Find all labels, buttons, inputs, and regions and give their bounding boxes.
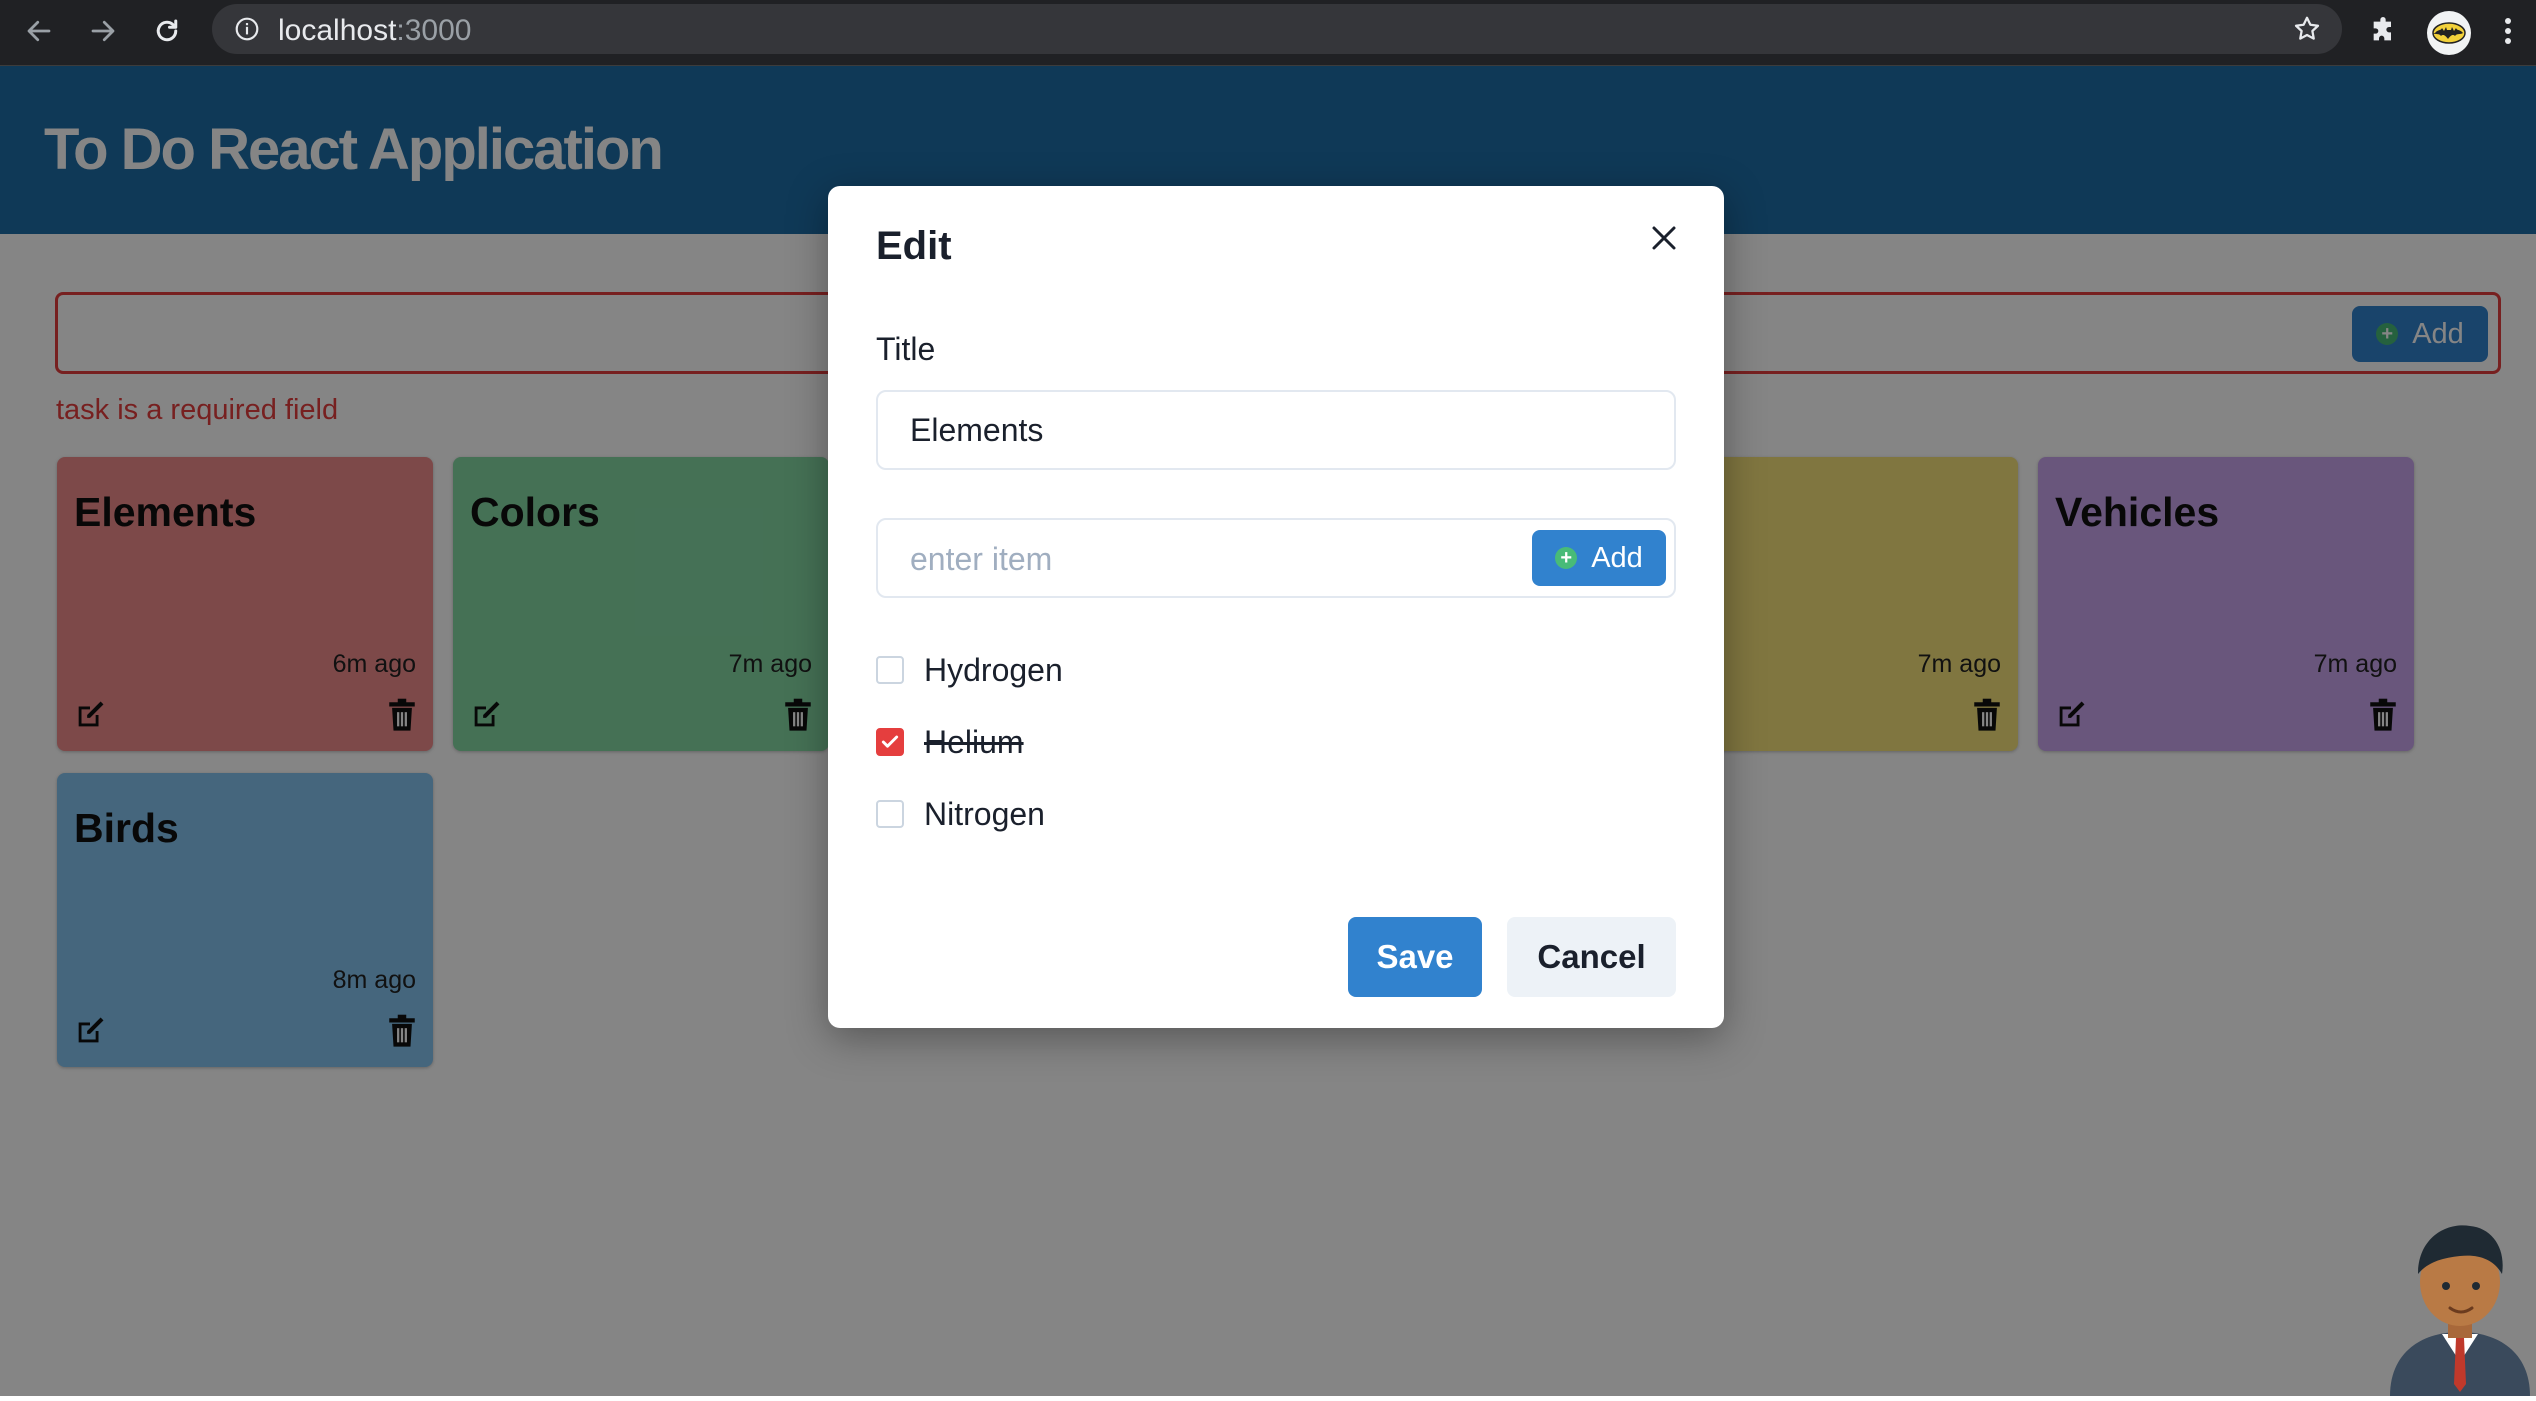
arrow-left-icon bbox=[24, 16, 54, 51]
edit-modal: Edit Title + Add Hydrogen Helium Nitroge… bbox=[828, 186, 1724, 1028]
item-label: Helium bbox=[924, 723, 1024, 760]
item-input[interactable] bbox=[908, 520, 1512, 598]
profile-avatar bbox=[2427, 11, 2471, 55]
checkmark-icon bbox=[881, 735, 899, 748]
browser-menu-button[interactable] bbox=[2488, 8, 2528, 58]
checklist-item[interactable]: Hydrogen bbox=[876, 650, 1063, 690]
info-icon[interactable] bbox=[234, 16, 260, 47]
cancel-button[interactable]: Cancel bbox=[1507, 917, 1676, 997]
address-bar[interactable]: localhost:3000 bbox=[212, 4, 2342, 54]
title-input[interactable] bbox=[876, 390, 1676, 470]
title-label: Title bbox=[876, 331, 936, 367]
add-item-button-label: Add bbox=[1591, 541, 1643, 574]
close-icon bbox=[1649, 223, 1679, 258]
item-label: Hydrogen bbox=[924, 651, 1063, 688]
url-text: localhost:3000 bbox=[278, 14, 471, 48]
reload-button[interactable] bbox=[142, 8, 192, 58]
puzzle-icon bbox=[2367, 15, 2399, 52]
back-button[interactable] bbox=[14, 8, 64, 58]
browser-toolbar: localhost:3000 bbox=[0, 0, 2536, 66]
item-checkbox[interactable] bbox=[876, 800, 904, 828]
item-checkbox[interactable] bbox=[876, 656, 904, 684]
close-button[interactable] bbox=[1640, 216, 1688, 264]
modal-title: Edit bbox=[876, 224, 952, 268]
item-checkbox[interactable] bbox=[876, 728, 904, 756]
save-button[interactable]: Save bbox=[1348, 917, 1482, 997]
url-host: localhost bbox=[278, 14, 397, 47]
bookmark-star-icon[interactable] bbox=[2292, 14, 2322, 49]
add-item-button[interactable]: + Add bbox=[1532, 530, 1666, 586]
forward-button[interactable] bbox=[78, 8, 128, 58]
more-vertical-icon bbox=[2503, 16, 2513, 51]
profile-button[interactable] bbox=[2424, 8, 2474, 58]
plus-circle-icon: + bbox=[1555, 547, 1578, 569]
checklist-item[interactable]: Helium bbox=[876, 722, 1024, 762]
checklist-item[interactable]: Nitrogen bbox=[876, 794, 1045, 834]
item-label: Nitrogen bbox=[924, 795, 1045, 832]
extensions-button[interactable] bbox=[2358, 8, 2408, 58]
reload-icon bbox=[152, 16, 182, 51]
item-input-group: + Add bbox=[876, 518, 1676, 598]
assistant-avatar[interactable] bbox=[2384, 1212, 2536, 1401]
url-port: :3000 bbox=[396, 14, 472, 47]
arrow-right-icon bbox=[88, 16, 118, 51]
